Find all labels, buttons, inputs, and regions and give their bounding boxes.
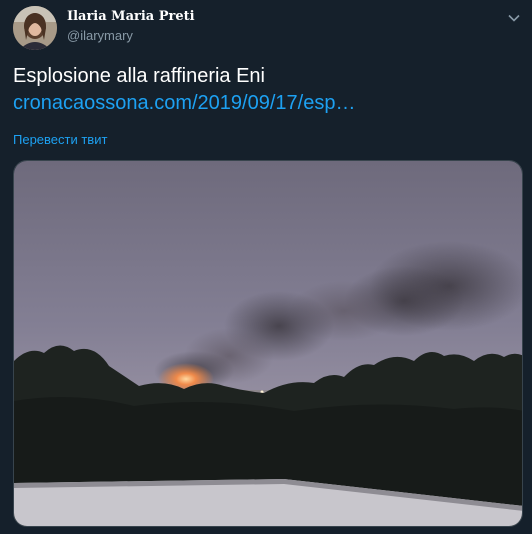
tweet-card: Ilaria Maria Preti @ilarymary Esplosione… xyxy=(0,0,532,534)
tweet-text: Esplosione alla raffineria Eni xyxy=(13,65,266,87)
chevron-down-icon[interactable] xyxy=(507,11,521,25)
tweet-link[interactable]: cronacaossona.com/2019/09/17/esp… xyxy=(13,90,355,116)
author-name[interactable]: Ilaria Maria Preti xyxy=(67,9,195,24)
tweet-photo[interactable] xyxy=(13,160,523,527)
avatar[interactable] xyxy=(13,6,57,50)
translate-tweet-link[interactable]: Перевести твит xyxy=(13,132,107,147)
author-handle[interactable]: @ilarymary xyxy=(67,28,133,43)
